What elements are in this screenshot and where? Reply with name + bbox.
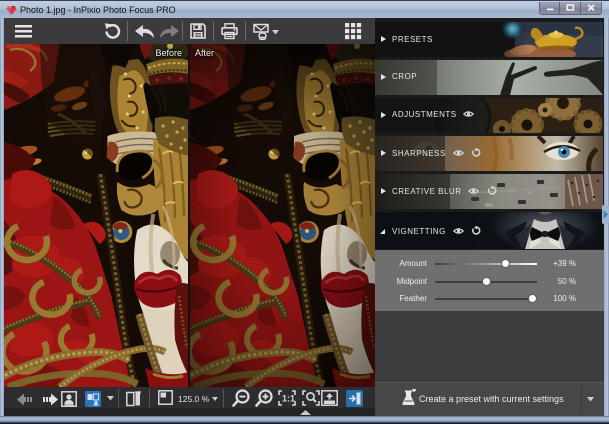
- svg-text:Crop 7/5: Crop 7/5: [437, 80, 466, 89]
- svg-text:1:1: 1:1: [282, 394, 295, 404]
